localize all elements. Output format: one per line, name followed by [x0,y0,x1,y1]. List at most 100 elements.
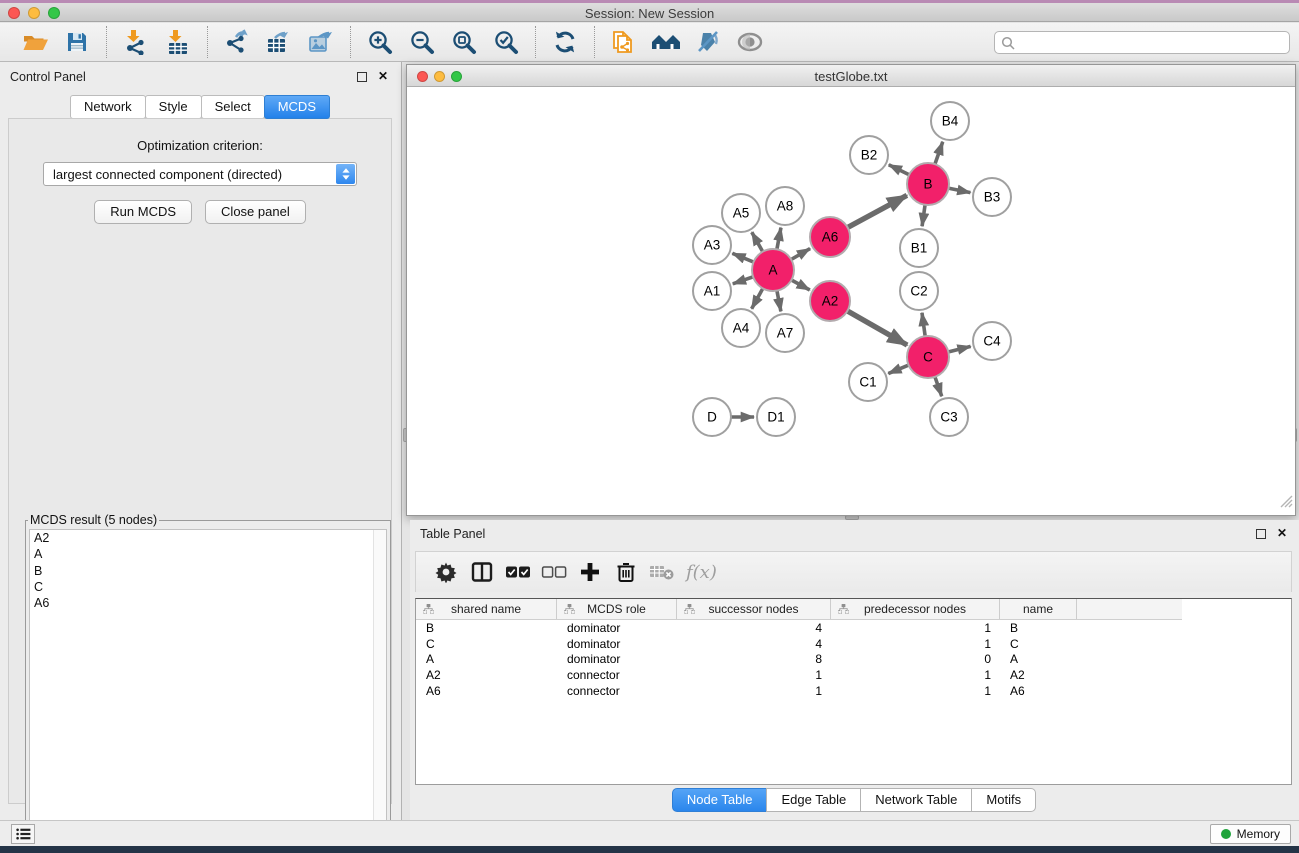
column-header-successor-nodes[interactable]: successor nodes [677,599,831,619]
graph-node-label: B3 [984,190,1001,205]
table-cell[interactable]: 1 [831,637,1000,651]
function-builder-icon[interactable]: f(x) [686,562,717,583]
tab-motifs[interactable]: Motifs [971,788,1036,812]
network-graph[interactable]: ABCA6A2A1A3A4A5A7A8B1B2B3B4C1C2C3C4DD1 [407,87,1295,515]
column-header-name[interactable]: name [1000,599,1077,619]
toolbar-separator [594,26,595,58]
table-cell[interactable]: 1 [677,684,831,698]
column-header-shared-name[interactable]: shared name [416,599,557,619]
column-header-predecessor-nodes[interactable]: predecessor nodes [831,599,1000,619]
table-row[interactable]: Cdominator41C [416,636,1291,652]
zoom-out-icon[interactable] [405,27,439,57]
table-cell[interactable]: dominator [557,621,677,635]
table-row[interactable]: A2connector11A2 [416,667,1291,683]
delete-table-icon[interactable] [644,557,680,587]
window-resize-grip[interactable] [1280,495,1293,513]
close-panel-button[interactable]: Close panel [205,200,306,224]
zoom-selected-icon[interactable] [489,27,523,57]
toggle-graphics-details-icon[interactable] [733,27,767,57]
zoom-in-icon[interactable] [363,27,397,57]
deselect-all-rows-icon[interactable] [536,557,572,587]
network-canvas[interactable]: ABCA6A2A1A3A4A5A7A8B1B2B3B4C1C2C3C4DD1 [407,87,1295,515]
table-settings-icon[interactable] [428,557,464,587]
open-file-icon[interactable] [18,27,52,57]
table-cell[interactable]: connector [557,684,677,698]
export-network-icon[interactable] [220,27,254,57]
table-cell[interactable]: 0 [831,652,1000,666]
save-session-icon[interactable] [60,27,94,57]
tab-node-table[interactable]: Node Table [672,788,768,812]
tab-style[interactable]: Style [145,95,202,119]
table-cell[interactable]: A [1000,652,1077,666]
search-input[interactable] [1019,36,1283,50]
tab-network[interactable]: Network [70,95,146,119]
mcds-result-item[interactable]: A6 [30,595,386,611]
refresh-view-icon[interactable] [548,27,582,57]
mcds-result-item[interactable]: A [30,546,386,562]
memory-button[interactable]: Memory [1210,824,1291,844]
table-tabs: Node TableEdge TableNetwork TableMotifs [410,788,1299,812]
macos-titlebar[interactable]: Session: New Session [0,3,1299,22]
node-table[interactable]: shared nameMCDS rolesuccessor nodesprede… [415,598,1292,785]
clone-network-icon[interactable] [607,27,641,57]
status-bar: Memory [0,820,1299,846]
tab-edge-table[interactable]: Edge Table [766,788,861,812]
session-title: Session: New Session [0,6,1299,21]
table-cell[interactable]: A [416,652,557,666]
import-network-icon[interactable] [119,27,153,57]
table-cell[interactable]: 4 [677,621,831,635]
table-cell[interactable]: B [416,621,557,635]
table-float-panel-icon[interactable] [1256,529,1266,539]
graph-node-label: A [768,263,777,278]
table-row[interactable]: Bdominator41B [416,620,1291,636]
table-cell[interactable]: A2 [1000,668,1077,682]
result-list-scrollbar[interactable] [373,530,386,850]
hide-annotations-icon[interactable] [691,27,725,57]
select-all-rows-icon[interactable] [500,557,536,587]
table-cell[interactable]: A6 [1000,684,1077,698]
tab-select[interactable]: Select [201,95,265,119]
zoom-fit-icon[interactable] [447,27,481,57]
task-history-button[interactable] [11,824,35,844]
export-image-icon[interactable] [304,27,338,57]
table-cell[interactable]: 1 [831,668,1000,682]
mcds-result-item[interactable]: C [30,579,386,595]
table-cell[interactable]: A6 [416,684,557,698]
criterion-select[interactable]: largest connected component (directed) [43,162,357,186]
tab-mcds[interactable]: MCDS [264,95,330,119]
table-row[interactable]: Adominator80A [416,651,1291,667]
table-cell[interactable]: dominator [557,637,677,651]
table-cell[interactable]: 4 [677,637,831,651]
mcds-result-item[interactable]: B [30,563,386,579]
delete-column-icon[interactable] [608,557,644,587]
table-cell[interactable]: B [1000,621,1077,635]
run-mcds-button[interactable]: Run MCDS [94,200,192,224]
import-table-icon[interactable] [161,27,195,57]
table-cell[interactable]: A2 [416,668,557,682]
network-overview-icon[interactable] [649,27,683,57]
table-cell[interactable]: 1 [831,684,1000,698]
table-cell[interactable]: 1 [677,668,831,682]
table-cell[interactable]: C [416,637,557,651]
table-cell[interactable]: 1 [831,621,1000,635]
column-selector-icon[interactable] [464,557,500,587]
table-cell[interactable]: 8 [677,652,831,666]
table-cell[interactable]: connector [557,668,677,682]
column-header-MCDS-role[interactable]: MCDS role [557,599,677,619]
select-spinner-icon [336,164,355,184]
export-table-icon[interactable] [262,27,296,57]
search-box[interactable] [994,31,1290,54]
float-panel-icon[interactable] [357,72,367,82]
tab-network-table[interactable]: Network Table [860,788,972,812]
table-close-panel-icon[interactable]: ✕ [1277,526,1287,540]
close-panel-icon[interactable]: ✕ [378,69,388,83]
graph-node-label: C4 [983,334,1001,349]
add-column-icon[interactable] [572,557,608,587]
mcds-result-item[interactable]: A2 [30,530,386,546]
list-icon [16,828,31,840]
main-toolbar [0,23,1299,62]
table-row[interactable]: A6connector11A6 [416,683,1291,699]
network-window-titlebar[interactable]: testGlobe.txt [407,65,1295,87]
table-cell[interactable]: dominator [557,652,677,666]
table-cell[interactable]: C [1000,637,1077,651]
